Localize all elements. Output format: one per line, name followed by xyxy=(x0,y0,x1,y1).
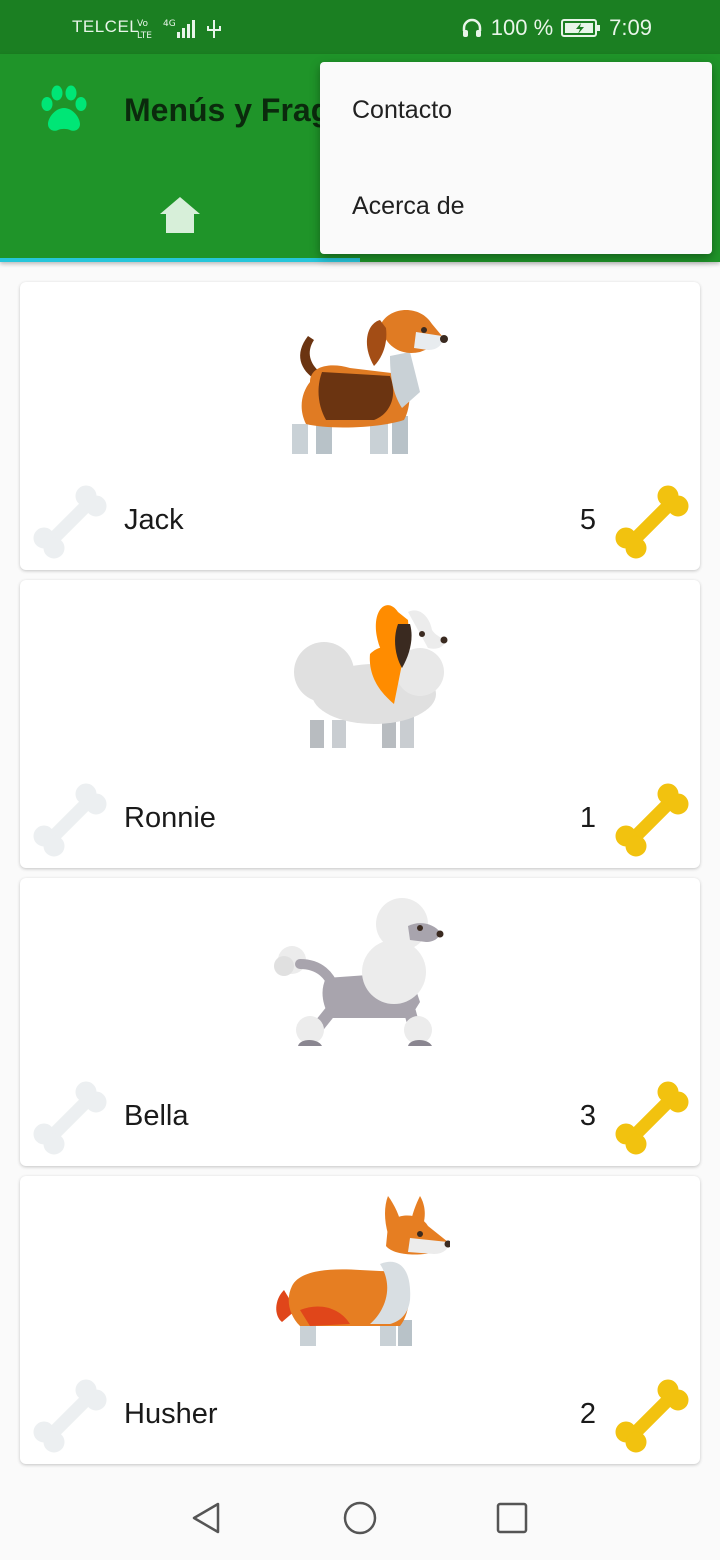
bone-rating-icon[interactable] xyxy=(612,482,692,562)
paw-icon xyxy=(41,85,87,131)
bone-rating-icon[interactable] xyxy=(612,780,692,860)
dog-name: Bella xyxy=(124,1100,189,1132)
dog-rating: 2 xyxy=(579,1398,596,1430)
corgi-icon xyxy=(276,1196,450,1346)
dog-card[interactable]: Husher 2 xyxy=(20,1176,700,1464)
bone-rating-icon[interactable] xyxy=(612,1376,692,1456)
recents-icon[interactable] xyxy=(492,1498,532,1538)
status-bar: TELCEL Vo LTE 4G 100 % 7:09 xyxy=(0,0,720,54)
tab-home[interactable] xyxy=(0,174,360,262)
dog-card[interactable]: Bella 3 xyxy=(20,878,700,1166)
overflow-menu: Contacto Acerca de xyxy=(320,62,712,254)
bone-inactive-icon xyxy=(30,1376,110,1456)
home-icon xyxy=(160,197,200,233)
dog-list: Jack 5 Ronnie 1 Bella 3 Husher 2 xyxy=(20,282,700,1474)
back-icon[interactable] xyxy=(186,1498,226,1538)
dog-name: Husher xyxy=(124,1398,218,1430)
dog-name: Ronnie xyxy=(124,802,216,834)
svg-text:4G: 4G xyxy=(163,19,176,29)
svg-text:Vo: Vo xyxy=(137,19,148,29)
volte-4g-signal-icon: Vo LTE 4G xyxy=(137,19,221,40)
clock: 7:09 xyxy=(609,15,652,40)
dog-rating: 1 xyxy=(579,802,596,834)
home-circle-icon[interactable] xyxy=(340,1498,380,1538)
battery-charging-icon xyxy=(561,19,601,37)
bone-inactive-icon xyxy=(30,482,110,562)
bone-inactive-icon xyxy=(30,1078,110,1158)
dog-card[interactable]: Ronnie 1 xyxy=(20,580,700,868)
battery-percent: 100 % xyxy=(490,15,554,40)
headphones-icon xyxy=(462,18,482,37)
usb-icon xyxy=(207,20,221,38)
beagle-icon xyxy=(292,309,448,454)
tab-indicator xyxy=(0,258,360,262)
system-nav-bar xyxy=(0,1474,720,1560)
status-right: 100 % 7:09 xyxy=(461,13,652,43)
bone-inactive-icon xyxy=(30,780,110,860)
carrier-label: TELCEL xyxy=(72,17,140,36)
dog-card[interactable]: Jack 5 xyxy=(20,282,700,570)
bone-rating-icon[interactable] xyxy=(612,1078,692,1158)
menu-item-contacto[interactable]: Contacto xyxy=(320,62,712,158)
dog-rating: 5 xyxy=(579,504,596,536)
poodle-icon xyxy=(274,898,444,1046)
menu-item-acerca-de[interactable]: Acerca de xyxy=(320,158,712,254)
dog-rating: 3 xyxy=(579,1100,596,1132)
dog-name: Jack xyxy=(124,504,184,536)
papillon-icon xyxy=(294,605,448,748)
svg-text:LTE: LTE xyxy=(137,31,152,40)
